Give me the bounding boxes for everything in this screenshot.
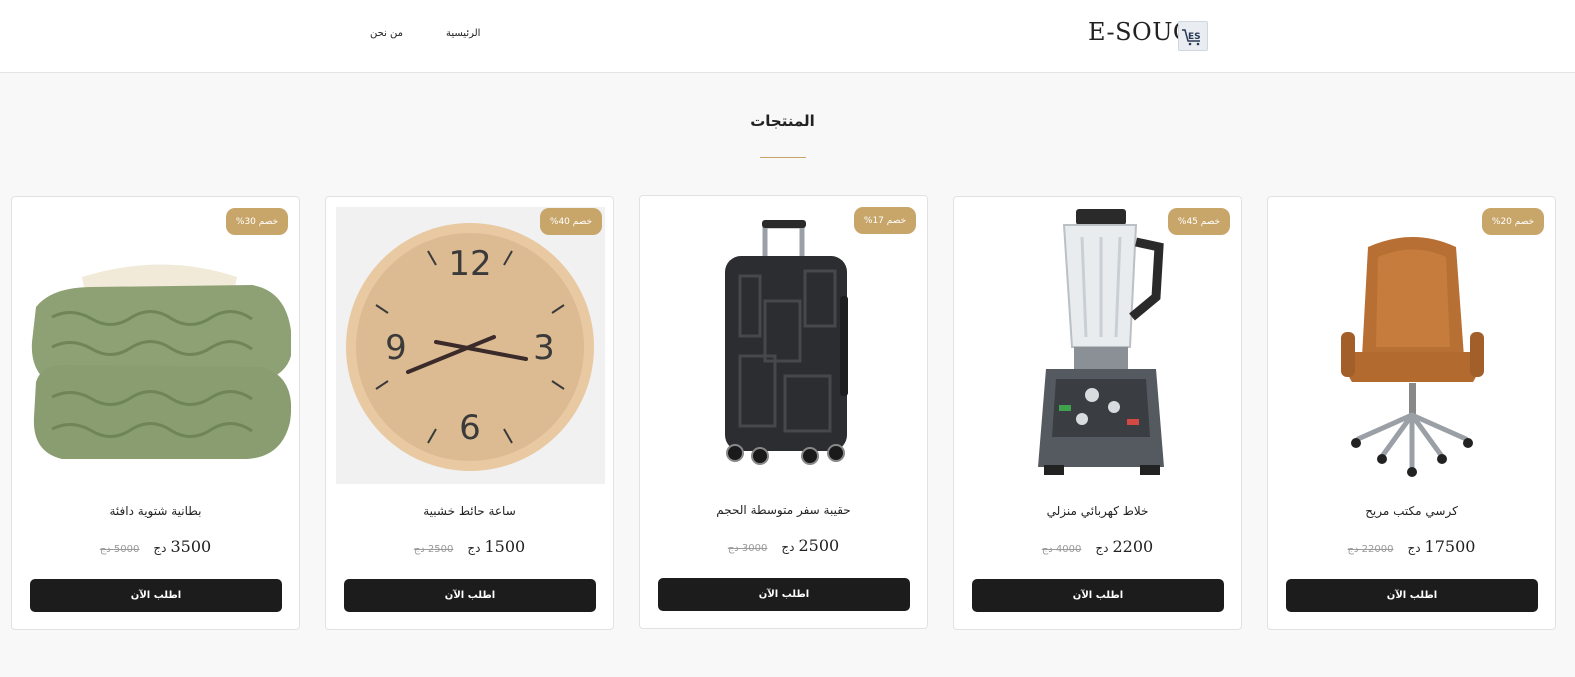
discount-badge: خصم 20% [1482, 208, 1544, 235]
wall-clock-image[interactable]: 12 3 6 9 [336, 207, 605, 484]
svg-text:3: 3 [533, 328, 555, 368]
order-now-button[interactable]: اطلب الآن [30, 579, 282, 612]
office-chair-image[interactable] [1278, 207, 1547, 484]
suitcase-image[interactable] [650, 206, 919, 483]
current-price: 17500دج [1407, 537, 1476, 556]
old-price: 4000 دج [1041, 544, 1082, 555]
product-name: بطانية شتوية دافئة [109, 504, 202, 518]
order-now-button[interactable]: اطلب الآن [1286, 579, 1538, 612]
section-title: المنتجات [750, 112, 815, 130]
discount-badge: خصم 17% [854, 207, 916, 234]
price-row: 1500دج 2500 دج [326, 537, 613, 556]
svg-text:9: 9 [385, 328, 407, 368]
current-price: 2200دج [1095, 537, 1154, 556]
site-header: من نحن الرئيسية E-SOUQ ES [0, 0, 1575, 73]
current-price: 2500دج [781, 536, 840, 555]
current-price: 3500دج [153, 537, 212, 556]
price-row: 2500دج 3000 دج [640, 536, 927, 555]
discount-badge: خصم 30% [226, 208, 288, 235]
product-card: خصم 20% كرسي مكتب مريح 17500دج 22000 دج … [1267, 196, 1556, 630]
old-price: 2500 دج [413, 544, 454, 555]
old-price: 5000 دج [99, 544, 140, 555]
product-name: كرسي مكتب مريح [1365, 504, 1458, 518]
order-now-button[interactable]: اطلب الآن [972, 579, 1224, 612]
cart-es-logo-icon[interactable]: ES [1178, 21, 1208, 51]
discount-badge: خصم 40% [540, 208, 602, 235]
svg-text:ES: ES [1188, 32, 1201, 42]
price-row: 3500دج 5000 دج [12, 537, 299, 556]
product-card: خصم 45% خلاط كهربائي منزلي 2200دج 4000 د… [953, 196, 1242, 630]
blanket-image[interactable] [22, 207, 291, 484]
title-divider [760, 157, 806, 158]
product-card: 12 3 6 9 خصم 40% ساعة حائط خشبية 1500دج … [325, 196, 614, 630]
old-price: 3000 دج [727, 543, 768, 554]
current-price: 1500دج [467, 537, 526, 556]
order-now-button[interactable]: اطلب الآن [658, 578, 910, 611]
product-name: خلاط كهربائي منزلي [1046, 504, 1149, 518]
product-card: خصم 17% حقيبة سفر متوسطة الحجم 2500دج 30… [639, 195, 928, 629]
blender-image[interactable] [964, 207, 1233, 484]
old-price: 22000 دج [1347, 544, 1394, 555]
product-card: خصم 30% بطانية شتوية دافئة 3500دج 5000 د… [11, 196, 300, 630]
product-name: ساعة حائط خشبية [423, 504, 516, 518]
svg-text:6: 6 [459, 408, 481, 448]
discount-badge: خصم 45% [1168, 208, 1230, 235]
price-row: 2200دج 4000 دج [954, 537, 1241, 556]
order-now-button[interactable]: اطلب الآن [344, 579, 596, 612]
nav-about-link[interactable]: من نحن [370, 28, 403, 39]
product-name: حقيبة سفر متوسطة الحجم [716, 503, 851, 517]
nav-home-link[interactable]: الرئيسية [446, 28, 480, 39]
price-row: 17500دج 22000 دج [1268, 537, 1555, 556]
svg-text:12: 12 [448, 244, 491, 284]
